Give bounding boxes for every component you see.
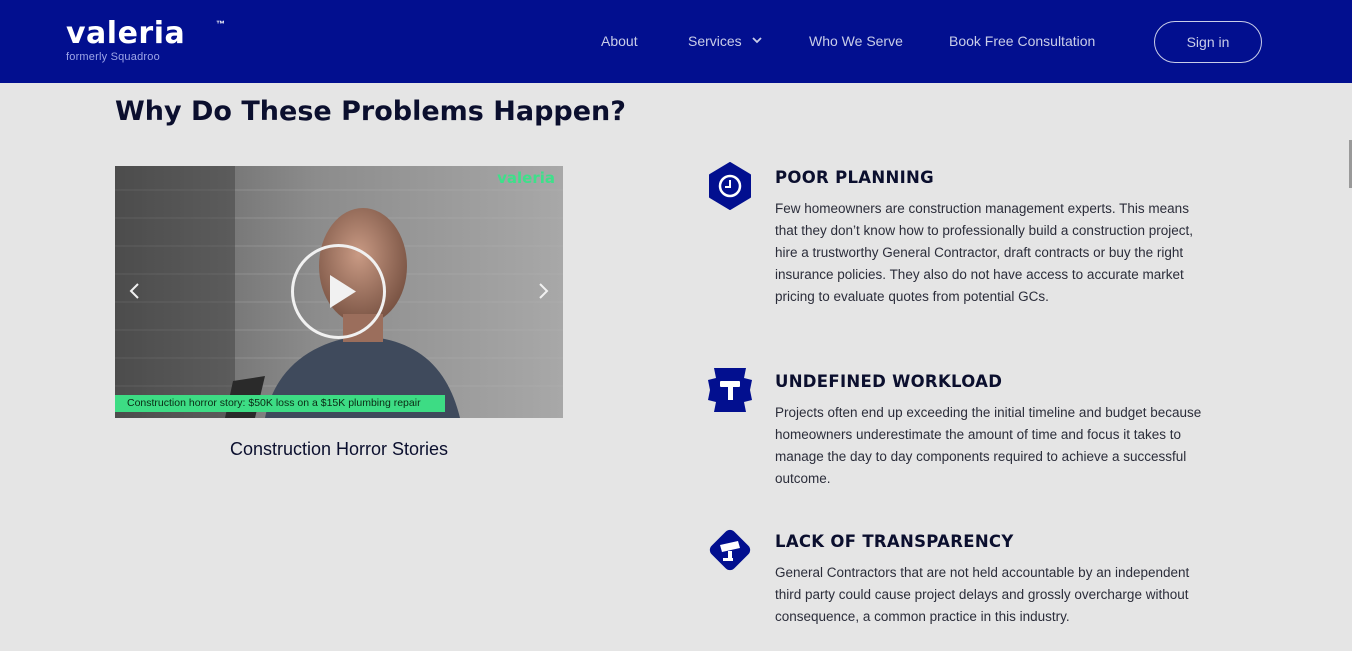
nav-who-we-serve[interactable]: Who We Serve	[809, 32, 903, 50]
chevron-down-icon	[751, 37, 762, 44]
video-caption: Construction horror story: $50K loss on …	[115, 395, 445, 412]
site-header: valeria ™ formerly Squadroo About Servic…	[0, 0, 1352, 83]
clock-icon	[709, 162, 751, 210]
problem-title-lack-of-transparency: LACK OF TRANSPARENCY	[775, 532, 1014, 551]
nav-book-consultation[interactable]: Book Free Consultation	[949, 32, 1095, 50]
sign-in-button[interactable]: Sign in	[1154, 21, 1262, 63]
play-button[interactable]	[291, 244, 386, 339]
problem-text-undefined-workload: Projects often end up exceeding the init…	[775, 405, 1202, 486]
logo-wordmark: valeria	[66, 16, 186, 51]
video-player[interactable]: valeria Construction horror story: $50K …	[115, 166, 563, 418]
play-icon	[330, 275, 356, 308]
problem-text-poor-planning: Few homeowners are construction manageme…	[775, 201, 1193, 304]
video-watermark-logo: valeria	[497, 169, 555, 187]
problem-title-undefined-workload: UNDEFINED WORKLOAD	[775, 372, 1003, 391]
section-title: Why Do These Problems Happen?	[115, 96, 626, 127]
problem-title-poor-planning: POOR PLANNING	[775, 168, 934, 187]
nav-about[interactable]: About	[601, 32, 638, 50]
logo[interactable]: valeria ™ formerly Squadroo	[66, 16, 225, 64]
nav-services-label: Services	[688, 33, 742, 49]
prev-arrow-icon[interactable]	[125, 281, 145, 301]
nav-services[interactable]: Services	[688, 32, 762, 50]
hammer-icon	[708, 368, 752, 412]
cctv-camera-icon	[709, 529, 751, 571]
logo-subtitle: formerly Squadroo	[66, 51, 160, 63]
nav-about-label: About	[601, 33, 638, 49]
next-arrow-icon[interactable]	[533, 281, 553, 301]
video-title: Construction Horror Stories	[229, 439, 449, 459]
problem-text-lack-of-transparency: General Contractors that are not held ac…	[775, 565, 1190, 624]
logo-trademark: ™	[216, 19, 225, 29]
nav-book-consultation-label: Book Free Consultation	[949, 33, 1096, 49]
sign-in-label: Sign in	[1186, 34, 1230, 50]
nav-who-we-serve-label: Who We Serve	[809, 33, 903, 49]
